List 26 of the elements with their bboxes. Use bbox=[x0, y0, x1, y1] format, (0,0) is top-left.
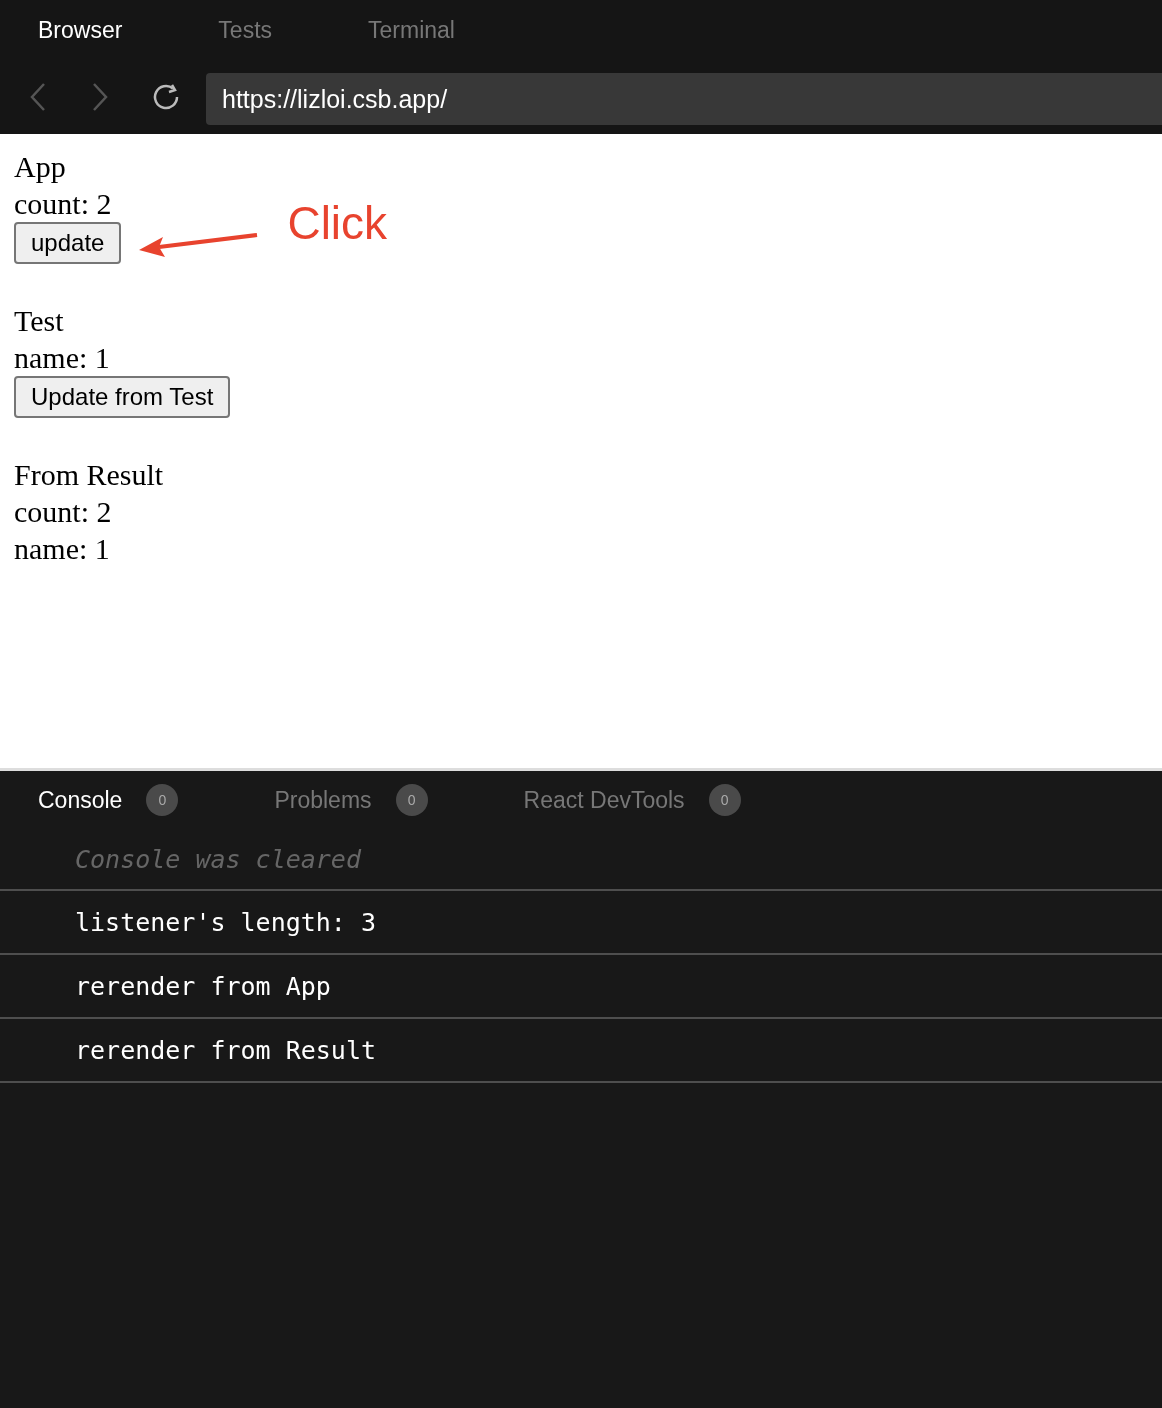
update-button[interactable]: Update from Test bbox=[14, 376, 231, 418]
value-text: count: 2 bbox=[14, 494, 113, 530]
update-button[interactable]: update bbox=[14, 222, 122, 264]
forward-icon[interactable] bbox=[92, 82, 108, 112]
count-badge: 0 bbox=[708, 784, 741, 816]
console-message: listener's length: 3 bbox=[0, 891, 1162, 955]
reload-icon[interactable] bbox=[152, 83, 180, 111]
panel-tab[interactable]: Console bbox=[38, 786, 123, 814]
value-text: name: 1 bbox=[14, 340, 111, 376]
console-message: Console was cleared bbox=[0, 829, 1162, 891]
section-title: App bbox=[14, 149, 67, 185]
tab[interactable]: Terminal bbox=[368, 16, 455, 44]
count-badge: 0 bbox=[146, 784, 179, 816]
panel-tab[interactable]: React DevTools bbox=[523, 786, 685, 814]
address-field[interactable]: https://lizloi.csb.app/ bbox=[206, 73, 1162, 125]
section-title: Test bbox=[14, 303, 65, 339]
back-icon[interactable] bbox=[30, 82, 46, 112]
annotation-label: Click bbox=[287, 196, 388, 250]
console-message: rerender from Result bbox=[0, 1019, 1162, 1083]
value-text: name: 1 bbox=[14, 531, 111, 567]
console-message: rerender from App bbox=[0, 955, 1162, 1019]
section-title: From Result bbox=[14, 457, 165, 493]
tab[interactable]: Tests bbox=[218, 16, 273, 44]
tab[interactable]: Browser bbox=[38, 16, 123, 44]
count-badge: 0 bbox=[395, 784, 428, 816]
panel-tab[interactable]: Problems bbox=[274, 786, 372, 814]
